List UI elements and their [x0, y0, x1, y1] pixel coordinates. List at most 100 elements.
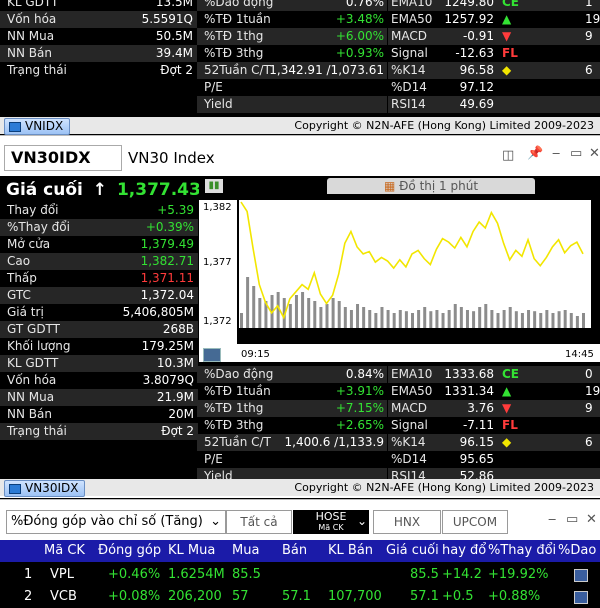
stat-row: NN Bán 20M [0, 406, 198, 423]
filter-upcom-button[interactable]: UPCOM [442, 510, 508, 534]
restore-icon[interactable]: ◫ [502, 148, 514, 163]
stat-value: 5,406,805M [122, 305, 194, 319]
stat-row: KL GDTT 10.3M [0, 355, 198, 372]
table-row[interactable]: 1 VPL +0.46% 1.6254M 85.5 85.5 +14.2 +19.92% [0, 564, 600, 586]
table-row[interactable]: 2 VCB +0.08% 206,200 57 57.1 107,700 57.1 +0.5 +0… [0, 586, 600, 608]
close-icon[interactable]: ✕ [589, 146, 600, 161]
volume-bar [386, 310, 390, 328]
stat-label: %TĐ 1tuần [204, 384, 271, 398]
volume-bar [441, 313, 445, 328]
stat-row: Vốn hóa 5.5591Q [0, 11, 197, 28]
stat-row: 52Tuần C/T 1,342.91 /1,073.61 [197, 62, 387, 79]
column-header[interactable]: KL Mua [168, 540, 215, 562]
volume-bar [582, 313, 585, 328]
stat-row: GT GDTT 268B [0, 321, 198, 338]
table-cell: 1.6254M [168, 567, 225, 582]
vnidx-status-bar: VNIDX Copyright © N2N-AFE (Hong Kong) Li… [0, 117, 600, 135]
stat-value: +0.93% [335, 46, 384, 60]
indicator-label: %D14 [391, 452, 427, 466]
filter-hose-button[interactable]: HOSE Mã CK ⌄ [293, 510, 369, 534]
row-number: 1 [24, 567, 33, 582]
stat-row: P/E [197, 451, 387, 468]
signal-icon: ▼ [502, 29, 512, 43]
volume-bar [484, 304, 488, 328]
row-symbol[interactable]: VCB [50, 586, 77, 608]
chart-panel: ▦ Đồ thị 1 phút ▮▮ 1,382 1,377 1,372 09:15 1… [199, 178, 600, 364]
indicator-label: %K14 [391, 435, 426, 449]
column-header[interactable]: Giá cuối [386, 540, 439, 562]
pin-icon[interactable]: 📌 [527, 146, 543, 161]
maximize-icon[interactable]: ▭ [566, 512, 578, 527]
chart-settings-icon[interactable] [203, 348, 221, 362]
vn30idx-tab[interactable]: VN30IDX [4, 480, 86, 497]
column-header[interactable]: hay đổ [442, 540, 486, 562]
indicator-value: 96.58 [459, 63, 494, 77]
volume-bar [398, 310, 402, 328]
column-header[interactable]: Bán [282, 540, 307, 562]
stat-label: KL GDTT [7, 0, 59, 9]
stat-row: 52Tuần C/T 1,400.6 /1,133.9 [197, 434, 387, 451]
volume-bar [417, 310, 421, 328]
indicator-label: Signal [391, 46, 428, 60]
volume-bar [337, 301, 341, 328]
row-symbol[interactable]: VPL [50, 564, 74, 586]
indicator-label: EMA50 [391, 12, 433, 26]
indicator-row: MACD 3.76 ▼ 9 [388, 400, 600, 417]
volume-bar [404, 311, 408, 328]
column-header[interactable]: Đóng góp [98, 540, 161, 562]
volume-bar [575, 316, 579, 328]
maximize-icon[interactable]: ▭ [570, 146, 582, 161]
table-cell: 85.5 [232, 567, 261, 582]
vnidx-tab[interactable]: VNIDX [4, 118, 71, 135]
indicator-row: MACD -0.91 ▼ 9 [388, 28, 600, 45]
stat-label: %Dao động [204, 367, 274, 381]
volume-bar [411, 313, 414, 328]
indicator-extra: 9 [585, 401, 593, 415]
indicator-row: EMA50 1331.34 ▲ 19 [388, 383, 600, 400]
table-cell: +0.46% [108, 567, 161, 582]
volume-bar [294, 295, 298, 328]
table-body: Mã CK Đóng góp KL Mua Mua Bán KL Bán Giá cuối h… [0, 540, 600, 604]
stat-label: %Dao động [204, 0, 274, 9]
indicator-extra: 1 [585, 0, 593, 9]
stat-label: Vốn hóa [7, 12, 57, 26]
minimize-icon[interactable]: ‒ [548, 512, 556, 527]
stat-value: 1,372.04 [140, 288, 194, 302]
table-cell: +0.88% [488, 589, 541, 604]
stat-value: +0.39% [145, 220, 194, 234]
filter-hnx-button[interactable]: HNX [373, 510, 441, 534]
volume-bar [240, 313, 243, 328]
volume-bar [453, 304, 457, 328]
stat-row: Yield [197, 96, 387, 113]
chart-icon[interactable] [574, 569, 588, 582]
indicator-value: 96.15 [459, 435, 494, 449]
stat-label: NN Mua [7, 390, 55, 404]
up-arrow-icon: ↑ [92, 180, 108, 200]
column-header[interactable]: KL Bán [328, 540, 373, 562]
contribution-window: %Đóng góp vào chỉ số (Tăng) ⌄ Tất cả HOS… [0, 499, 600, 604]
chart-icon[interactable] [574, 591, 588, 604]
indicator-row: Signal -12.63 FL [388, 45, 600, 62]
close-icon[interactable]: ✕ [586, 512, 597, 527]
indicator-value: -0.91 [462, 29, 494, 43]
signal-icon: ◆ [502, 63, 512, 77]
volume-bar [313, 301, 317, 328]
stat-row: NN Mua 21.9M [0, 389, 198, 406]
volume-bar [301, 292, 305, 328]
column-header[interactable]: %Thay đổi [488, 540, 556, 562]
column-header[interactable]: Mua [232, 540, 259, 562]
minimize-icon[interactable]: ‒ [552, 146, 560, 161]
indicator-extra: 6 [585, 435, 593, 449]
volume-bar [423, 307, 427, 328]
stat-label: P/E [204, 452, 223, 466]
column-header[interactable]: %Dao [558, 540, 596, 562]
filter-all-button[interactable]: Tất cả [226, 510, 292, 534]
volume-bar [349, 310, 353, 328]
column-header[interactable]: Mã CK [44, 540, 85, 562]
stat-label: %Thay đổi [7, 220, 70, 234]
symbol-input[interactable]: VN30IDX [4, 145, 122, 171]
volume-bar [557, 311, 561, 328]
contribution-select[interactable]: %Đóng góp vào chỉ số (Tăng) ⌄ [6, 510, 226, 534]
volume-bar [356, 304, 360, 328]
indicator-row: %D14 97.12 [388, 79, 600, 96]
